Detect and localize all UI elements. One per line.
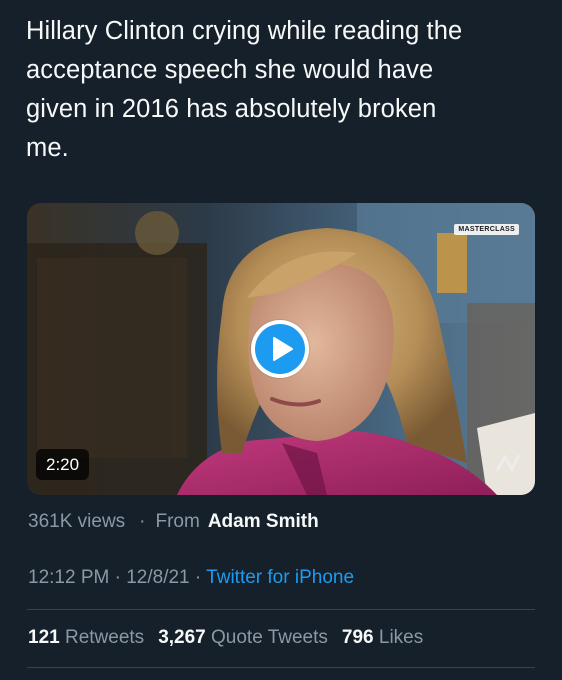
separator: · <box>139 511 146 532</box>
tweet-stats: 121 Retweets 3,267 Quote Tweets 796 Likes <box>28 624 437 652</box>
retweets-stat[interactable]: 121 Retweets <box>28 627 144 648</box>
video-duration-badge: 2:20 <box>36 449 90 480</box>
tweet-text-line: Hillary Clinton crying while reading the <box>26 17 463 45</box>
likes-stat[interactable]: 796 Likes <box>342 627 423 648</box>
tweet-timestamp: 12:12 PM · 12/8/21 · Twitter for iPhone <box>28 564 354 592</box>
quote-tweets-label: Quote Tweets <box>211 627 328 648</box>
tweet-time[interactable]: 12:12 PM <box>28 567 109 588</box>
play-button[interactable] <box>251 320 309 378</box>
tweet-text: Hillary Clinton crying while reading the… <box>26 12 546 168</box>
author-link[interactable]: Adam Smith <box>208 511 319 532</box>
play-button-inner <box>255 324 305 374</box>
divider <box>27 609 535 610</box>
likes-label: Likes <box>378 627 424 648</box>
play-icon <box>273 337 293 361</box>
likes-count: 796 <box>341 627 374 648</box>
video-meta: 361K views · From Adam Smith <box>28 508 319 536</box>
view-count: 361K views <box>28 511 126 532</box>
tweet-text-line: me. <box>26 134 69 162</box>
quote-tweets-count: 3,267 <box>158 627 206 648</box>
retweets-count: 121 <box>28 627 60 648</box>
retweets-label: Retweets <box>64 627 145 648</box>
tweet-detail: Hillary Clinton crying while reading the… <box>0 0 562 680</box>
separator: · <box>194 567 202 588</box>
tweet-source-link[interactable]: Twitter for iPhone <box>206 567 354 588</box>
tweet-text-line: given in 2016 has absolutely broken <box>26 95 437 123</box>
divider <box>27 667 535 668</box>
quote-tweets-stat[interactable]: 3,267 Quote Tweets <box>158 627 328 648</box>
tweet-date[interactable]: 12/8/21 <box>126 567 189 588</box>
tweet-text-line: acceptance speech she would have <box>26 56 434 84</box>
masterclass-watermark: MASTERCLASS <box>454 224 519 235</box>
from-label: From <box>155 511 200 532</box>
separator: · <box>114 567 121 588</box>
